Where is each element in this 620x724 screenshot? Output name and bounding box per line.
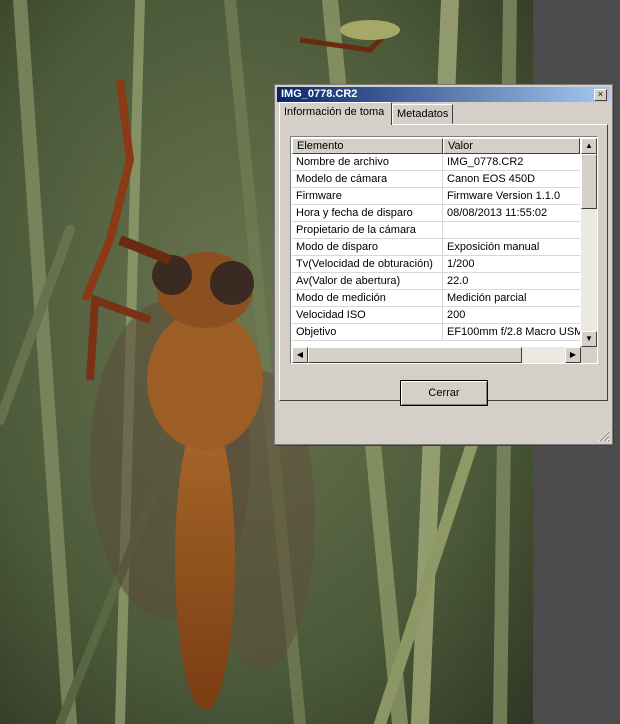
close-icon[interactable]: × xyxy=(594,89,607,101)
vertical-scrollbar[interactable]: ▲ ▼ xyxy=(581,138,597,347)
row-element: Objetivo xyxy=(292,324,443,340)
shot-info-dialog: IMG_0778.CR2 × Información de toma Metad… xyxy=(274,84,613,445)
scroll-right-icon[interactable]: ▶ xyxy=(565,347,581,363)
resize-grip-icon[interactable] xyxy=(598,430,610,442)
table-row[interactable]: Nombre de archivo IMG_0778.CR2 xyxy=(292,154,580,171)
table-row[interactable]: Velocidad ISO 200 xyxy=(292,307,580,324)
row-value: EF100mm f/2.8 Macro USM xyxy=(447,326,580,338)
table-row[interactable]: Firmware Firmware Version 1.1.0 xyxy=(292,188,580,205)
scroll-up-icon[interactable]: ▲ xyxy=(581,138,597,154)
row-value: Canon EOS 450D xyxy=(447,173,536,185)
table-row[interactable]: Modo de medición Medición parcial xyxy=(292,290,580,307)
row-element: Firmware xyxy=(292,188,443,204)
horizontal-scrollbar[interactable]: ◀ ▶ xyxy=(292,347,581,363)
table-row[interactable]: Objetivo EF100mm f/2.8 Macro USM xyxy=(292,324,580,341)
row-value: 08/08/2013 11:55:02 xyxy=(447,207,548,219)
table-row[interactable]: Modelo de cámara Canon EOS 450D xyxy=(292,171,580,188)
dialog-title: IMG_0778.CR2 xyxy=(281,88,358,100)
close-button[interactable]: Cerrar xyxy=(400,380,488,406)
scroll-left-icon[interactable]: ◀ xyxy=(292,347,308,363)
info-list[interactable]: Elemento Valor Nombre de archivo IMG_0778… xyxy=(290,136,598,364)
row-element: Modo de medición xyxy=(292,290,443,306)
row-value: Firmware Version 1.1.0 xyxy=(447,190,561,202)
row-value: 200 xyxy=(447,309,466,321)
row-element: Hora y fecha de disparo xyxy=(292,205,443,221)
vertical-scroll-thumb[interactable] xyxy=(581,154,597,209)
row-value: IMG_0778.CR2 xyxy=(447,156,524,168)
row-element: Modelo de cámara xyxy=(292,171,443,187)
row-element: Tv(Velocidad de obturación) xyxy=(292,256,443,272)
table-row[interactable]: Hora y fecha de disparo 08/08/2013 11:55:… xyxy=(292,205,580,222)
row-value: Medición parcial xyxy=(447,292,527,304)
list-rows: Nombre de archivo IMG_0778.CR2 Modelo de … xyxy=(292,154,580,341)
table-row[interactable]: Av(Valor de abertura) 22.0 xyxy=(292,273,580,290)
tab-metadata[interactable]: Metadatos xyxy=(392,104,453,124)
table-row[interactable]: Propietario de la cámara xyxy=(292,222,580,239)
row-element: Nombre de archivo xyxy=(292,154,443,170)
scroll-down-icon[interactable]: ▼ xyxy=(581,331,597,347)
row-value: Exposición manual xyxy=(447,241,540,253)
table-row[interactable]: Modo de disparo Exposición manual xyxy=(292,239,580,256)
row-element: Velocidad ISO xyxy=(292,307,443,323)
row-value: 22.0 xyxy=(447,275,469,287)
column-header-value[interactable]: Valor xyxy=(443,138,580,154)
row-value: 1/200 xyxy=(447,258,475,270)
tab-shooting-info[interactable]: Información de toma xyxy=(279,102,392,125)
row-value xyxy=(443,222,580,238)
row-element: Modo de disparo xyxy=(292,239,443,255)
scroll-corner xyxy=(581,347,597,363)
title-bar[interactable]: IMG_0778.CR2 × xyxy=(277,87,610,102)
row-element: Av(Valor de abertura) xyxy=(292,273,443,289)
list-header: Elemento Valor xyxy=(292,138,580,154)
column-header-element[interactable]: Elemento xyxy=(292,138,443,154)
horizontal-scroll-thumb[interactable] xyxy=(308,347,522,363)
table-row[interactable]: Tv(Velocidad de obturación) 1/200 xyxy=(292,256,580,273)
row-element: Propietario de la cámara xyxy=(292,222,443,238)
